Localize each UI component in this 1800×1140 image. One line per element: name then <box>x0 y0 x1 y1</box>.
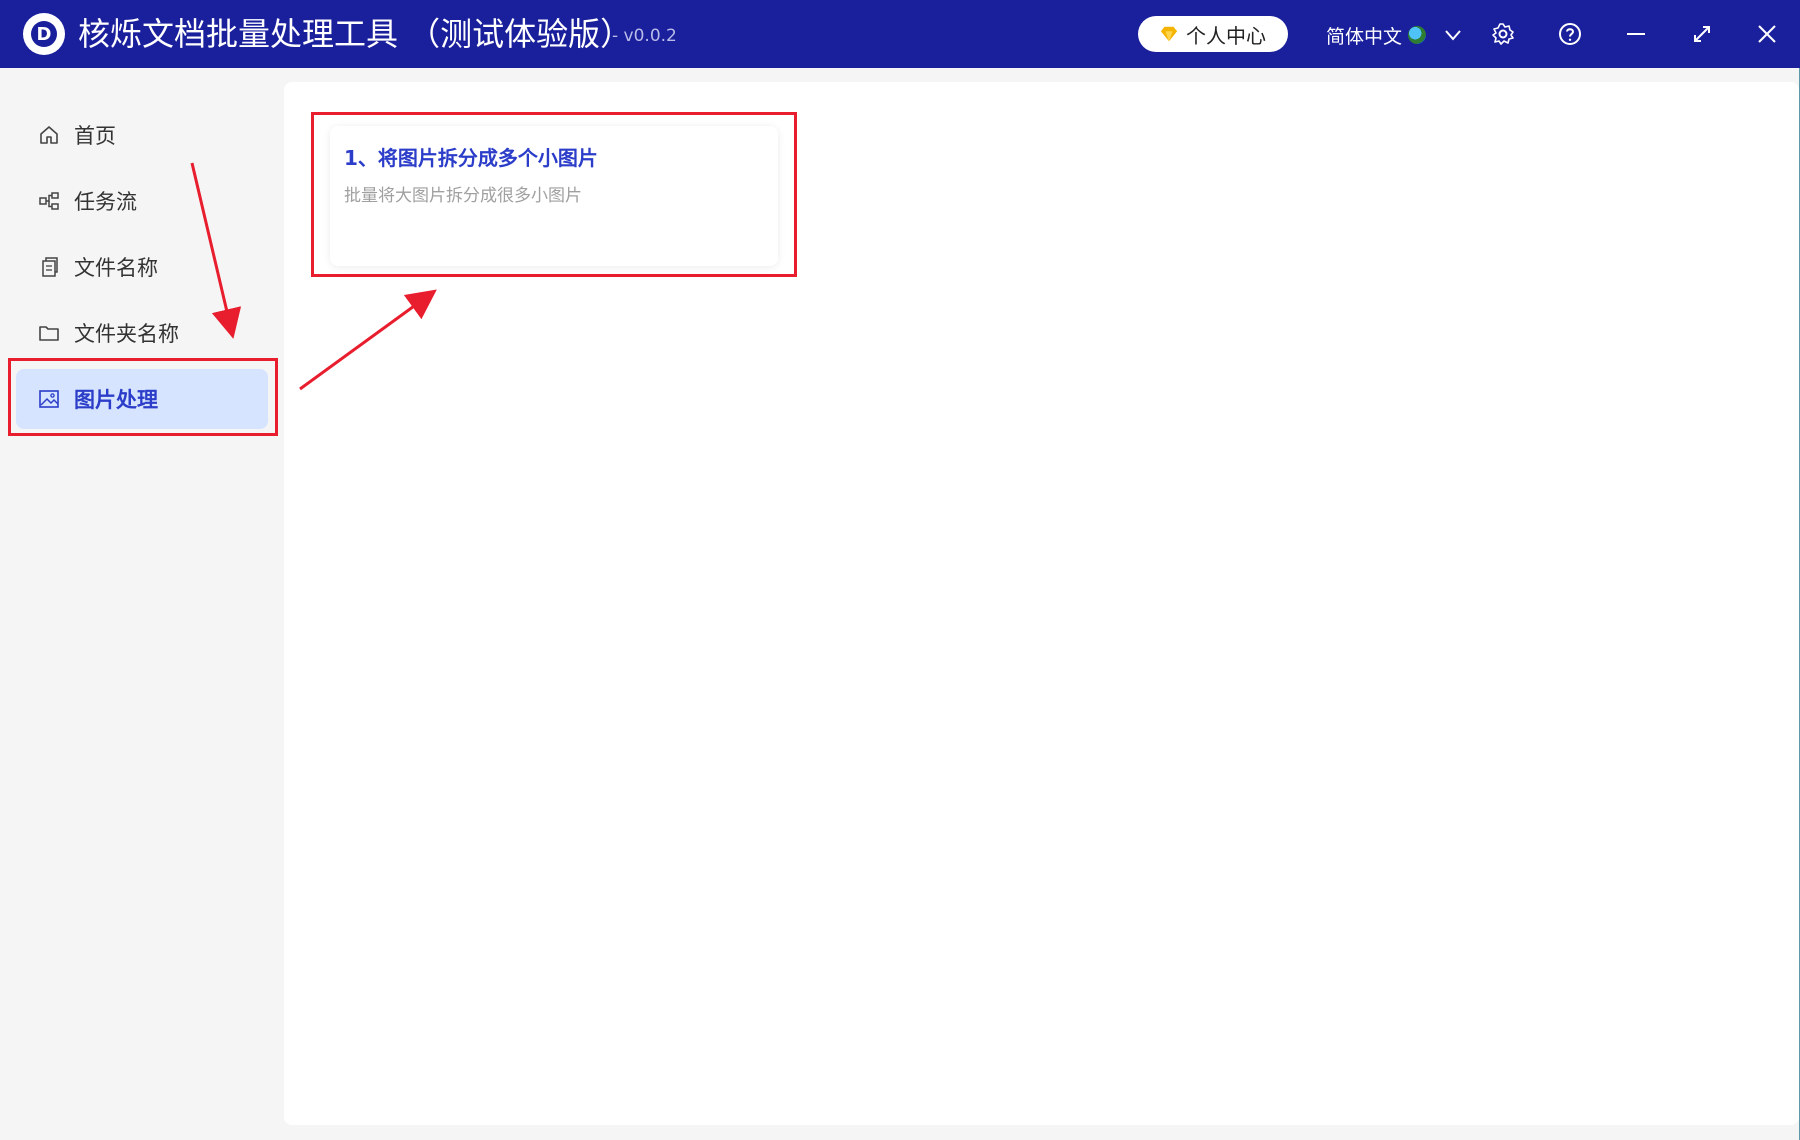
app-logo: D <box>23 13 65 55</box>
title-bar[interactable]: D 核烁文档批量处理工具 （测试体验版） - v0.0.2 个人中心 简体中文 <box>0 0 1800 68</box>
user-center-label: 个人中心 <box>1186 23 1266 48</box>
file-icon <box>38 256 60 278</box>
close-button[interactable] <box>1753 20 1781 48</box>
sidebar-item-label: 文件名称 <box>74 256 158 280</box>
sidebar-item-label: 首页 <box>74 124 116 148</box>
workflow-icon <box>38 190 60 212</box>
settings-button[interactable] <box>1489 20 1517 48</box>
globe-icon <box>1408 26 1427 44</box>
sidebar-item-label: 文件夹名称 <box>74 322 179 346</box>
card-description: 批量将大图片拆分成很多小图片 <box>344 186 582 206</box>
sidebar-item-image-processing[interactable]: 图片处理 <box>16 369 268 429</box>
close-icon <box>1758 25 1776 43</box>
home-icon <box>38 124 60 146</box>
app-logo-letter: D <box>31 21 57 47</box>
language-select[interactable]: 简体中文 <box>1326 20 1464 50</box>
gear-icon <box>1492 23 1514 45</box>
sidebar-item-folder-name[interactable]: 文件夹名称 <box>16 303 268 363</box>
sidebar-item-label: 任务流 <box>74 190 137 214</box>
image-icon <box>38 388 60 410</box>
language-label: 简体中文 <box>1326 25 1403 48</box>
maximize-icon <box>1694 26 1710 42</box>
app-title: 核烁文档批量处理工具 （测试体验版） <box>78 15 633 53</box>
app-version: - v0.0.2 <box>612 26 677 46</box>
sidebar: 首页 任务流 文件名称 文件夹名称 图片处理 <box>0 68 284 1140</box>
sidebar-item-workflow[interactable]: 任务流 <box>16 171 268 231</box>
minimize-icon <box>1627 33 1645 35</box>
maximize-button[interactable] <box>1688 20 1716 48</box>
folder-icon <box>38 322 60 344</box>
feature-card-split-image[interactable]: 1、将图片拆分成多个小图片 批量将大图片拆分成很多小图片 <box>330 126 778 266</box>
app-window: D 核烁文档批量处理工具 （测试体验版） - v0.0.2 个人中心 简体中文 <box>0 0 1800 1140</box>
sidebar-item-file-name[interactable]: 文件名称 <box>16 237 268 297</box>
sidebar-item-label: 图片处理 <box>74 388 158 412</box>
chevron-down-icon <box>1445 30 1461 41</box>
help-button[interactable] <box>1556 20 1584 48</box>
sidebar-item-home[interactable]: 首页 <box>16 105 268 165</box>
help-icon <box>1559 23 1581 45</box>
minimize-button[interactable] <box>1622 20 1650 48</box>
user-center-button[interactable]: 个人中心 <box>1138 16 1288 52</box>
card-title: 1、将图片拆分成多个小图片 <box>344 146 598 170</box>
main-content: 1、将图片拆分成多个小图片 批量将大图片拆分成很多小图片 <box>284 82 1799 1125</box>
diamond-icon <box>1160 26 1178 42</box>
